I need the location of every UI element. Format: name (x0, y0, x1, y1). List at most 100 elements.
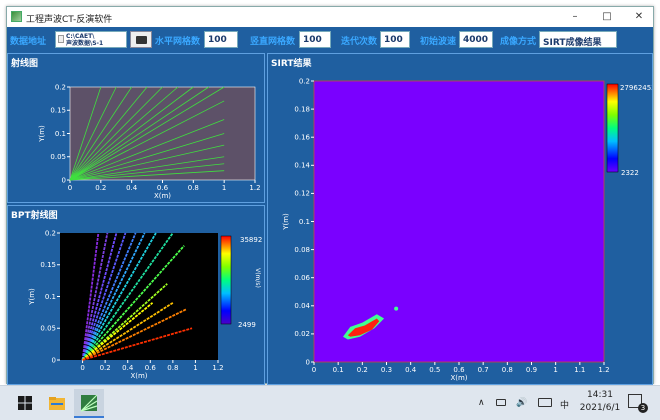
x-tick-label: 0.2 (95, 184, 106, 192)
bpt-colorbar-label: V(m/s) (254, 268, 261, 288)
folder-icon (136, 36, 147, 44)
x-tick-label: 0.3 (381, 366, 392, 374)
y-tick-label: 0.2 (55, 83, 66, 91)
y-axis-label: Y(m) (38, 125, 46, 143)
x-tick-label: 1.2 (249, 184, 260, 192)
iter-label: 迭代次数 (341, 37, 378, 47)
x-tick-label: 1.2 (212, 364, 223, 372)
data-address-line2: 声波数据\S-1 (66, 40, 104, 47)
iter-input[interactable]: 100 (380, 31, 410, 48)
data-address-line1: C:\CAET\ (66, 33, 95, 40)
file-explorer-icon[interactable] (48, 394, 66, 412)
data-address-label: 数据地址 (10, 37, 47, 47)
h-grid-label: 水平网格数 (155, 37, 201, 47)
x-axis-label: X(m) (450, 374, 467, 382)
x-tick-label: 0.9 (526, 366, 537, 374)
x-tick-label: 1 (553, 366, 557, 374)
sirt-colorbar-min: 2322 (621, 169, 639, 177)
method-label: 成像方式 (500, 37, 537, 47)
y-tick-label: 0.1 (299, 218, 310, 226)
bpt-colorbar-min: 2499 (238, 321, 256, 329)
x-tick-label: 1.1 (574, 366, 585, 374)
sirt-anomaly-dot (394, 306, 399, 311)
clock-date[interactable]: 2021/6/1 (577, 403, 623, 413)
x-tick-label: 0.8 (502, 366, 513, 374)
y-tick-label: 0 (52, 356, 56, 364)
x-axis-label: X(m) (130, 372, 147, 380)
x-tick-label: 0.6 (453, 366, 465, 374)
h-grid-input[interactable]: 100 (204, 31, 238, 48)
taskbar: ∧ 🔊 中 14:31 2021/6/1 3 (0, 385, 660, 420)
ray-panel: 射线图 0 0.2 0.4 0.6 0.8 1 1.2 0 0.05 0.1 0.15 0.2 X(m)… (7, 53, 265, 203)
x-tick-label: 0.1 (333, 366, 344, 374)
window-title: 工程声波CT-反演软件 (26, 15, 113, 25)
maximize-button[interactable]: □ (595, 10, 619, 24)
sirt-colorbar-max: 27962453 (620, 84, 652, 92)
x-tick-label: 0.2 (100, 364, 111, 372)
taskbar-active-app[interactable] (74, 389, 104, 418)
y-tick-label: 0.1 (55, 130, 66, 138)
x-tick-label: 0.5 (429, 366, 440, 374)
windows-start-icon[interactable] (16, 394, 34, 412)
data-address-input[interactable]: C:\CAET\ 声波数据\S-1 (55, 31, 127, 48)
x-tick-label: 0.4 (126, 184, 138, 192)
x-axis-label: X(m) (154, 192, 171, 200)
x-tick-label: 0 (68, 184, 72, 192)
x-tick-label: 0.8 (167, 364, 178, 372)
y-axis-label: Y(m) (28, 288, 36, 306)
init-vel-input[interactable]: 4000 (459, 31, 493, 48)
v-grid-input[interactable]: 100 (299, 31, 331, 48)
file-icon (58, 35, 64, 43)
ct-app-icon (80, 394, 98, 412)
keyboard-icon[interactable] (538, 398, 552, 407)
bpt-colorbar-max: 35892 (240, 236, 262, 244)
app-window: 工程声波CT-反演软件 – □ ✕ 数据地址 C:\CAET\ 声波数据\S-1… (6, 6, 654, 385)
open-folder-button[interactable] (130, 31, 152, 48)
x-tick-label: 1.2 (598, 366, 609, 374)
y-tick-label: 0.05 (50, 153, 66, 161)
x-tick-label: 0.6 (145, 364, 157, 372)
bpt-panel: BPT射线图 0 0.2 0.4 0.6 0.8 1 1.2 0 0.05 0.1 0.15 0.2 X… (7, 205, 265, 385)
x-tick-label: 0.4 (122, 364, 134, 372)
x-tick-label: 0.7 (478, 366, 489, 374)
y-tick-label: 0.02 (294, 330, 310, 338)
y-tick-label: 0.05 (40, 325, 56, 333)
method-select[interactable]: SIRT成像结果 (539, 31, 617, 48)
x-tick-label: 0 (80, 364, 84, 372)
sirt-plot-area (313, 80, 605, 363)
x-tick-label: 0 (312, 366, 316, 374)
y-tick-label: 0.08 (294, 246, 310, 254)
x-tick-label: 1 (222, 184, 226, 192)
y-tick-label: 0.2 (299, 77, 310, 85)
y-tick-label: 0.16 (294, 134, 310, 142)
x-tick-label: 0.2 (357, 366, 368, 374)
y-tick-label: 0.2 (45, 229, 56, 237)
x-tick-label: 1 (193, 364, 197, 372)
title-bar: 工程声波CT-反演软件 – □ ✕ (7, 7, 653, 27)
x-tick-label: 0.6 (157, 184, 169, 192)
x-tick-label: 0.8 (188, 184, 199, 192)
tray-chevron-icon[interactable]: ∧ (478, 398, 485, 408)
app-icon (11, 11, 22, 22)
bpt-colorbar (220, 235, 232, 325)
y-tick-label: 0.04 (294, 302, 310, 310)
y-tick-label: 0.12 (294, 190, 310, 198)
ray-chart: 0 0.2 0.4 0.6 0.8 1 1.2 0 0.05 0.1 0.15 0.2 X(m) Y(m) (38, 83, 261, 200)
ime-indicator[interactable]: 中 (560, 398, 569, 411)
sirt-chart: 0 0.1 0.2 0.3 0.4 0.5 0.6 0.7 0.8 0.9 1 1.1 1.2 0 0.02… (282, 77, 652, 382)
close-button[interactable]: ✕ (627, 10, 651, 24)
init-vel-label: 初始波速 (420, 37, 457, 47)
battery-icon[interactable] (496, 399, 506, 406)
y-tick-label: 0 (62, 176, 66, 184)
y-tick-label: 0 (306, 358, 310, 366)
x-tick-label: 0.4 (405, 366, 417, 374)
bpt-chart: 0 0.2 0.4 0.6 0.8 1 1.2 0 0.05 0.1 0.15 0.2 X(m) Y(m)… (28, 229, 262, 380)
y-tick-label: 0.18 (294, 105, 310, 113)
minimize-button[interactable]: – (563, 10, 587, 24)
volume-icon[interactable]: 🔊 (516, 398, 527, 408)
clock-time[interactable]: 14:31 (584, 390, 616, 400)
y-tick-label: 0.14 (294, 162, 310, 170)
v-grid-label: 竖直网格数 (250, 37, 296, 47)
y-tick-label: 0.1 (45, 293, 56, 301)
sirt-colorbar (606, 83, 619, 173)
